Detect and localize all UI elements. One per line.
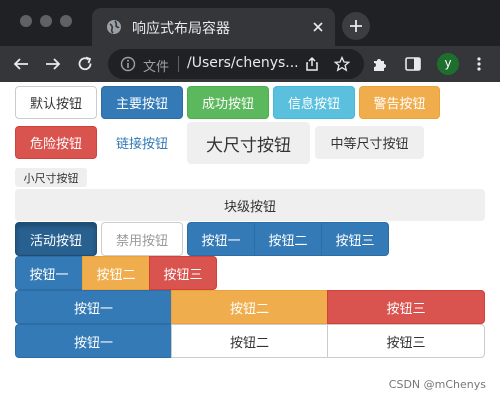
- window-minimize-dot[interactable]: [40, 15, 52, 27]
- group-button-one[interactable]: 按钮一: [15, 290, 172, 324]
- group-button-three[interactable]: 按钮三: [321, 222, 389, 256]
- group-button-three[interactable]: 按钮三: [149, 256, 217, 290]
- more-vertical-icon[interactable]: [470, 55, 488, 73]
- medium-size-button[interactable]: 中等尺寸按钮: [315, 126, 424, 159]
- globe-icon: [107, 20, 121, 34]
- address-url[interactable]: /Users/chenys...: [187, 55, 299, 71]
- primary-button[interactable]: 主要按钮: [101, 86, 183, 119]
- address-divider: [178, 56, 179, 72]
- address-bar[interactable]: 文件 /Users/chenys...: [108, 49, 364, 79]
- default-button[interactable]: 默认按钮: [15, 86, 97, 119]
- plus-icon: [350, 20, 362, 32]
- group-button-two[interactable]: 按钮二: [171, 290, 328, 324]
- group-button-two[interactable]: 按钮二: [254, 222, 322, 256]
- side-panel-icon[interactable]: [404, 55, 422, 73]
- bookmark-star-icon[interactable]: [334, 56, 350, 72]
- back-arrow-icon[interactable]: [12, 55, 30, 73]
- group-button-three[interactable]: 按钮三: [327, 290, 485, 324]
- info-icon[interactable]: [120, 56, 136, 72]
- forward-arrow-icon[interactable]: [44, 55, 62, 73]
- active-button[interactable]: 活动按钮: [15, 222, 97, 256]
- browser-titlebar: 响应式布局容器: [0, 0, 500, 46]
- watermark-text: CSDN @mChenys: [388, 378, 486, 391]
- disabled-button: 禁用按钮: [101, 222, 183, 256]
- address-scheme-label: 文件: [143, 60, 170, 75]
- group-button-one[interactable]: 按钮一: [15, 324, 172, 358]
- browser-tab-active[interactable]: 响应式布局容器: [92, 8, 335, 46]
- share-icon[interactable]: [304, 56, 320, 72]
- warning-button[interactable]: 警告按钮: [359, 86, 440, 119]
- extensions-puzzle-icon[interactable]: [371, 55, 389, 73]
- close-icon[interactable]: [311, 20, 325, 34]
- link-button[interactable]: 链接按钮: [101, 126, 183, 159]
- window-close-dot[interactable]: [20, 15, 32, 27]
- group-button-three[interactable]: 按钮三: [327, 324, 485, 358]
- window-maximize-dot[interactable]: [60, 15, 72, 27]
- reload-icon[interactable]: [76, 55, 94, 73]
- new-tab-button[interactable]: [342, 12, 370, 40]
- danger-button[interactable]: 危险按钮: [15, 126, 97, 159]
- group-button-two[interactable]: 按钮二: [82, 256, 150, 290]
- profile-avatar[interactable]: y: [437, 53, 459, 75]
- large-size-button[interactable]: 大尺寸按钮: [187, 122, 310, 164]
- small-size-button[interactable]: 小尺寸按钮: [15, 168, 87, 187]
- block-button[interactable]: 块级按钮: [15, 189, 485, 221]
- group-button-one[interactable]: 按钮一: [187, 222, 255, 256]
- tab-title: 响应式布局容器: [132, 21, 230, 37]
- success-button[interactable]: 成功按钮: [187, 86, 269, 119]
- browser-toolbar: 文件 /Users/chenys... y: [0, 46, 500, 82]
- info-button[interactable]: 信息按钮: [273, 86, 355, 119]
- group-button-two[interactable]: 按钮二: [171, 324, 328, 358]
- group-button-one[interactable]: 按钮一: [15, 256, 83, 290]
